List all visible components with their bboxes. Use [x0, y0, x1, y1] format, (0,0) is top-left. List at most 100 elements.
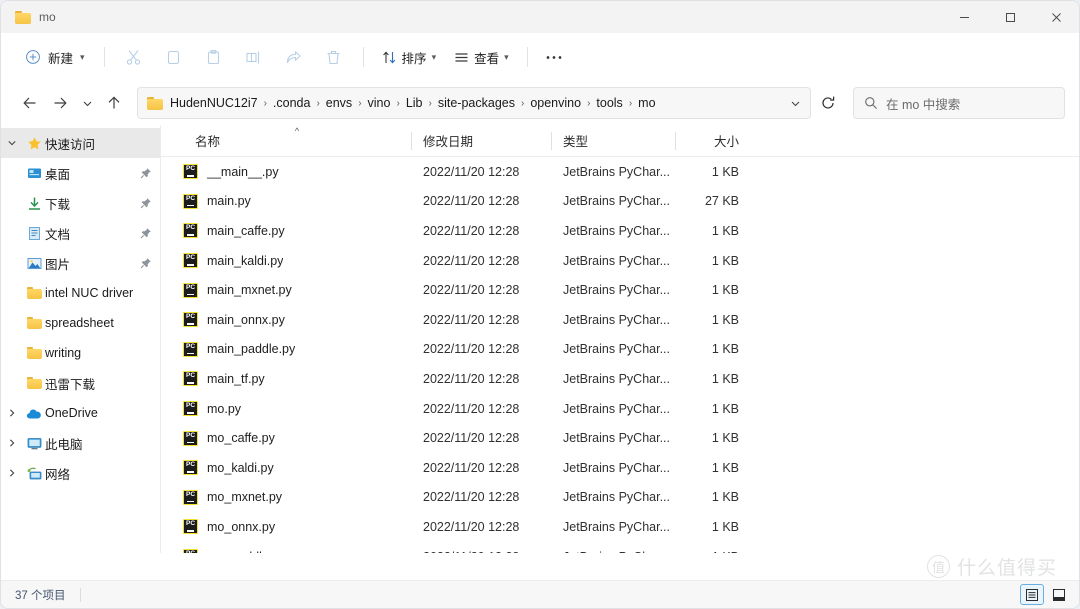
chevron-right-icon[interactable] [1, 408, 23, 418]
breadcrumb-item[interactable]: .conda [268, 93, 316, 113]
watermark: 值 什么值得买 [926, 553, 1057, 580]
table-row[interactable]: PC mo_kaldi.py 2022/11/20 12:28 JetBrains P… [183, 453, 1079, 483]
breadcrumb-bar[interactable]: HudenNUC12i7 › .conda › envs › vino › Lib › site-p… [137, 87, 811, 119]
breadcrumb-item[interactable]: tools [591, 93, 627, 113]
sidebar-item-intel-nuc-driver[interactable]: intel NUC driver [1, 278, 160, 308]
sidebar-item-此电脑[interactable]: 此电脑 [1, 428, 160, 458]
copy-button[interactable] [154, 41, 194, 73]
file-size-cell: 1 KB [711, 312, 739, 327]
breadcrumb-item[interactable]: HudenNUC12i7 [165, 93, 263, 113]
breadcrumb-item[interactable]: site-packages [433, 93, 520, 113]
table-row[interactable]: PC mo_onnx.py 2022/11/20 12:28 JetBrains Py… [183, 512, 1079, 542]
delete-button[interactable] [314, 41, 354, 73]
sidebar-item-图片[interactable]: 图片 [1, 248, 160, 278]
forward-button[interactable] [45, 88, 75, 118]
pin-icon[interactable] [140, 197, 152, 209]
column-header-size-label: 大小 [713, 135, 739, 149]
watermark-badge: 值 [926, 555, 950, 578]
close-button[interactable] [1033, 1, 1079, 33]
file-name-cell: PC mo_mxnet.py [183, 489, 411, 505]
file-type-cell: JetBrains PyChar... [563, 194, 670, 209]
sidebar-item-文档[interactable]: 文档 [1, 218, 160, 248]
table-row[interactable]: PC main_tf.py 2022/11/20 12:28 JetBrains Py… [183, 364, 1079, 394]
search-box[interactable]: 在 mo 中搜索 [853, 87, 1065, 119]
file-size-cell: 1 KB [711, 253, 739, 268]
file-type-cell: JetBrains PyChar... [563, 371, 670, 386]
sidebar-item-下载[interactable]: 下载 [1, 188, 160, 218]
file-name-cell: PC main_mxnet.py [183, 282, 411, 298]
sidebar-item-onedrive[interactable]: OneDrive [1, 398, 160, 428]
breadcrumb-item[interactable]: Lib [401, 93, 428, 113]
more-options-button[interactable] [537, 41, 571, 73]
column-header-name[interactable]: ^ 名称 [183, 125, 411, 156]
file-list-pane: ^ 名称 修改日期 类型 大小 PC __main__.py 2022/11/20 … [161, 125, 1079, 553]
table-row[interactable]: PC main_caffe.py 2022/11/20 12:28 JetBrains… [183, 216, 1079, 246]
table-row[interactable]: PC main.py 2022/11/20 12:28 JetBrains PyCha… [183, 187, 1079, 217]
chevron-right-icon[interactable] [1, 438, 23, 448]
table-row[interactable]: PC mo_caffe.py 2022/11/20 12:28 JetBrains P… [183, 423, 1079, 453]
file-name-cell: PC mo_caffe.py [183, 430, 411, 446]
share-button[interactable] [274, 41, 314, 73]
rename-button[interactable] [234, 41, 274, 73]
details-view-button[interactable] [1020, 584, 1044, 605]
toolbar-divider-3 [526, 47, 528, 67]
breadcrumb-item[interactable]: envs [321, 93, 357, 113]
pin-icon[interactable] [140, 257, 152, 269]
pin-icon[interactable] [140, 227, 152, 239]
large-icons-view-button[interactable] [1047, 584, 1071, 605]
sidebar-item-迅雷下载[interactable]: 迅雷下载 [1, 368, 160, 398]
table-row[interactable]: PC main_kaldi.py 2022/11/20 12:28 JetBrains… [183, 246, 1079, 276]
recent-locations-button[interactable] [75, 88, 99, 118]
back-button[interactable] [15, 88, 45, 118]
column-header-date[interactable]: 修改日期 [411, 125, 551, 156]
pycharm-file-icon: PC [183, 253, 198, 269]
file-type-cell: JetBrains PyChar... [563, 519, 670, 534]
cut-button[interactable] [114, 41, 154, 73]
table-row[interactable]: PC main_paddle.py 2022/11/20 12:28 JetBrain… [183, 335, 1079, 365]
chevron-down-icon[interactable] [1, 138, 23, 148]
table-row[interactable]: PC __main__.py 2022/11/20 12:28 JetBrains P… [183, 157, 1079, 187]
maximize-button[interactable] [987, 1, 1033, 33]
table-row[interactable]: PC mo_paddle.py 2022/11/20 12:28JetBrains … [183, 542, 1079, 553]
table-row[interactable]: PC mo_mxnet.py 2022/11/20 12:28 JetBrains P… [183, 483, 1079, 513]
refresh-button[interactable] [813, 88, 843, 118]
sidebar-item-writing[interactable]: writing [1, 338, 160, 368]
breadcrumb-item[interactable]: vino [363, 93, 396, 113]
breadcrumb-item[interactable]: openvino [525, 93, 586, 113]
search-input[interactable]: 在 mo 中搜索 [886, 94, 960, 113]
sidebar-item-桌面[interactable]: 桌面 [1, 158, 160, 188]
pin-icon[interactable] [140, 167, 152, 179]
file-type-cell: JetBrains PyChar... [563, 490, 670, 505]
breadcrumb-dropdown-button[interactable] [784, 90, 806, 116]
navigation-pane: 快速访问 桌面 下载 文档 图片 intel NUC driver spreadsheet w… [1, 125, 161, 553]
file-size-cell: 27 KB [704, 194, 739, 209]
status-divider [79, 587, 81, 602]
explorer-tab[interactable]: mo [1, 1, 70, 33]
chevron-right-icon[interactable] [1, 468, 23, 478]
table-row[interactable]: PC main_mxnet.py 2022/11/20 12:28 JetBrains… [183, 275, 1079, 305]
file-type-cell: JetBrains PyChar... [563, 164, 670, 179]
sidebar-item-快速访问[interactable]: 快速访问 [1, 128, 160, 158]
view-button[interactable]: 查看 ▾ [445, 41, 518, 73]
table-row[interactable]: PC main_onnx.py 2022/11/20 12:28 JetBrains … [183, 305, 1079, 335]
file-name-label: mo.py [207, 401, 242, 416]
file-date-cell: 2022/11/20 12:28 [423, 431, 520, 446]
file-size-cell: 1 KB [711, 401, 739, 416]
sidebar-item-spreadsheet[interactable]: spreadsheet [1, 308, 160, 338]
file-name-label: main_mxnet.py [207, 283, 292, 298]
paste-button[interactable] [194, 41, 234, 73]
minimize-button[interactable] [941, 1, 987, 33]
column-header-size[interactable]: 大小 [675, 125, 749, 156]
sidebar-item-label: 此电脑 [45, 437, 83, 452]
new-button[interactable]: 新建 ▾ [15, 41, 95, 73]
column-header-date-label: 修改日期 [423, 135, 474, 149]
sidebar-item-网络[interactable]: 网络 [1, 458, 160, 488]
file-name-cell: PC main.py [183, 193, 411, 209]
column-header-type[interactable]: 类型 [551, 125, 675, 156]
table-row[interactable]: PC mo.py 2022/11/20 12:28 JetBrains PyChar.… [183, 394, 1079, 424]
up-button[interactable] [99, 88, 129, 118]
sort-button[interactable]: 排序 ▾ [373, 41, 446, 73]
file-date-cell: 2022/11/20 12:28 [423, 194, 520, 209]
address-bar: HudenNUC12i7 › .conda › envs › vino › Lib › site-p… [1, 81, 1079, 125]
breadcrumb-item[interactable]: mo [633, 93, 660, 113]
